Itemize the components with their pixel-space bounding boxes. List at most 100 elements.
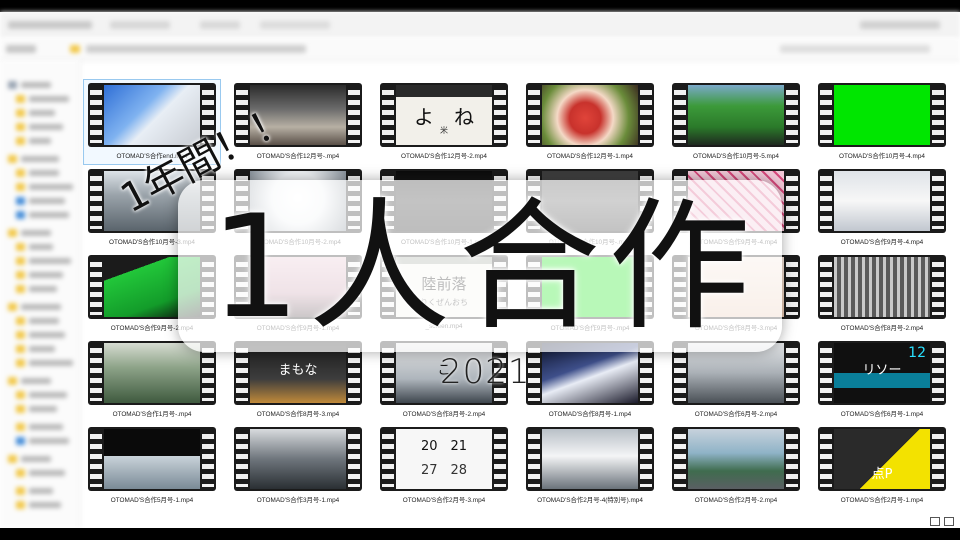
sidebar-item[interactable]: [16, 242, 53, 251]
sidebar-item[interactable]: [16, 436, 69, 445]
file-item[interactable]: OTOMAD'S合作3月号-1.mp4: [230, 424, 366, 508]
video-thumbnail: [834, 85, 930, 145]
file-item[interactable]: 点P OTOMAD'S合作2月号-1.mp4: [814, 424, 950, 508]
sidebar-item-label: [21, 377, 51, 384]
file-name: OTOMAD'S合作2月号-4(特別号).mp4: [537, 497, 643, 504]
sidebar-item[interactable]: [16, 108, 55, 117]
file-item[interactable]: OTOMAD'S合作10月号-4.mp4: [814, 80, 950, 164]
sidebar-item[interactable]: [16, 422, 63, 431]
folder-icon: [16, 94, 25, 103]
sidebar-item-label: [21, 81, 51, 88]
file-item[interactable]: OTOMAD'S合作10月号-5.mp4: [668, 80, 804, 164]
navigation-pane[interactable]: [0, 60, 81, 528]
sidebar-item[interactable]: [16, 270, 63, 279]
video-file-icon: [88, 427, 216, 491]
sidebar-item[interactable]: [16, 210, 69, 219]
drive-icon: [16, 196, 25, 205]
folder-icon: [16, 168, 25, 177]
sidebar-item-label: [29, 469, 65, 476]
file-name: OTOMAD'S合作2月号-3.mp4: [402, 497, 486, 504]
sidebar-item[interactable]: [16, 256, 71, 265]
thumbnail-text: 20 21: [420, 439, 468, 454]
sidebar-item[interactable]: [8, 376, 51, 385]
file-item[interactable]: 20 21 27 28 OTOMAD'S合作2月号-3.mp4: [376, 424, 512, 508]
file-item[interactable]: OTOMAD'S合作5月号-1.mp4: [84, 424, 220, 508]
sidebar-item[interactable]: [8, 80, 51, 89]
sidebar-item[interactable]: [16, 358, 73, 367]
sidebar-item[interactable]: [16, 390, 67, 399]
video-file-icon: [818, 83, 946, 147]
file-item[interactable]: OTOMAD'S合作9月号-4.mp4: [814, 166, 950, 250]
file-name: OTOMAD'S合作8月号-1.mp4: [548, 411, 632, 418]
folder-icon: [16, 344, 25, 353]
address-bar[interactable]: [0, 38, 960, 61]
video-thumbnail: よ ね米: [396, 85, 492, 145]
sidebar-item-label: [29, 109, 55, 116]
file-name: OTOMAD'S合作8月号-2.mp4: [840, 325, 924, 332]
sidebar-item[interactable]: [16, 168, 59, 177]
sidebar-item-label: [29, 317, 59, 324]
sidebar-item[interactable]: [16, 94, 69, 103]
letterbox-bottom: [0, 528, 960, 540]
file-name: OTOMAD'S合作12月号-2.mp4: [401, 153, 487, 160]
thumbnail-text: 点P: [871, 467, 893, 482]
sidebar-item-label: [29, 359, 73, 366]
sidebar-item-label: [29, 243, 53, 250]
sidebar-item[interactable]: [8, 454, 51, 463]
sidebar-item-label: [29, 183, 73, 190]
sidebar-item[interactable]: [16, 182, 73, 191]
sidebar-item[interactable]: [16, 404, 57, 413]
sidebar-item[interactable]: [16, 330, 65, 339]
sidebar-item[interactable]: [16, 486, 53, 495]
thumbnail-text: まもな: [278, 363, 318, 378]
video-file-icon: [672, 427, 800, 491]
video-thumbnail: [834, 171, 930, 231]
sidebar-item-label: [29, 405, 57, 412]
sidebar-item[interactable]: [16, 468, 65, 477]
folder-icon: [16, 404, 25, 413]
file-name: OTOMAD'S合作5月号-1.mp4: [110, 497, 194, 504]
large-icons-view-icon[interactable]: [944, 517, 954, 526]
video-thumbnail: リソー 12: [834, 343, 930, 403]
sidebar-item[interactable]: [16, 196, 65, 205]
folder-icon: [16, 136, 25, 145]
file-name: OTOMAD'S合作10月号-4.mp4: [839, 153, 925, 160]
sidebar-item[interactable]: [16, 344, 55, 353]
sidebar-item-label: [29, 123, 63, 130]
file-explorer-window: OTOMAD'S合作end.mp4 OTOMAD'S合作12月号-.mp4 よ ね米…: [0, 0, 960, 540]
sidebar-item[interactable]: [8, 228, 51, 237]
file-name: OTOMAD'S合作2月号-1.mp4: [840, 497, 924, 504]
video-thumbnail: [834, 257, 930, 317]
sidebar-item-label: [29, 391, 67, 398]
folder-icon: [16, 270, 25, 279]
video-thumbnail: [542, 343, 638, 403]
sidebar-item[interactable]: [16, 284, 57, 293]
sidebar-item-label: [29, 169, 59, 176]
sidebar-item[interactable]: [8, 154, 59, 163]
folder-icon: [16, 358, 25, 367]
file-item[interactable]: OTOMAD'S合作2月号-2.mp4: [668, 424, 804, 508]
file-item[interactable]: リソー 12 OTOMAD'S合作6月号-1.mp4: [814, 338, 950, 422]
video-thumbnail: [688, 429, 784, 489]
file-name: OTOMAD'S合作12月号-1.mp4: [547, 153, 633, 160]
file-item[interactable]: よ ね米 OTOMAD'S合作12月号-2.mp4: [376, 80, 512, 164]
file-name: OTOMAD'S合作6月号-2.mp4: [694, 411, 778, 418]
sidebar-item[interactable]: [16, 122, 63, 131]
file-item[interactable]: OTOMAD'S合作12月号-1.mp4: [522, 80, 658, 164]
video-file-icon: 20 21 27 28: [380, 427, 508, 491]
details-view-icon[interactable]: [930, 517, 940, 526]
drive-icon: [8, 80, 17, 89]
sidebar-item[interactable]: [8, 302, 61, 311]
file-item[interactable]: OTOMAD'S合作8月号-2.mp4: [814, 252, 950, 336]
folder-icon: [8, 454, 17, 463]
sidebar-item[interactable]: [16, 500, 61, 509]
sidebar-item[interactable]: [16, 136, 51, 145]
video-thumbnail: [104, 343, 200, 403]
view-toggle[interactable]: [930, 517, 954, 526]
sidebar-item-label: [29, 285, 57, 292]
video-thumbnail: [688, 85, 784, 145]
file-item[interactable]: OTOMAD'S合作2月号-4(特別号).mp4: [522, 424, 658, 508]
sidebar-item[interactable]: [16, 316, 59, 325]
sidebar-item-label: [29, 271, 63, 278]
sidebar-item-label: [29, 257, 71, 264]
